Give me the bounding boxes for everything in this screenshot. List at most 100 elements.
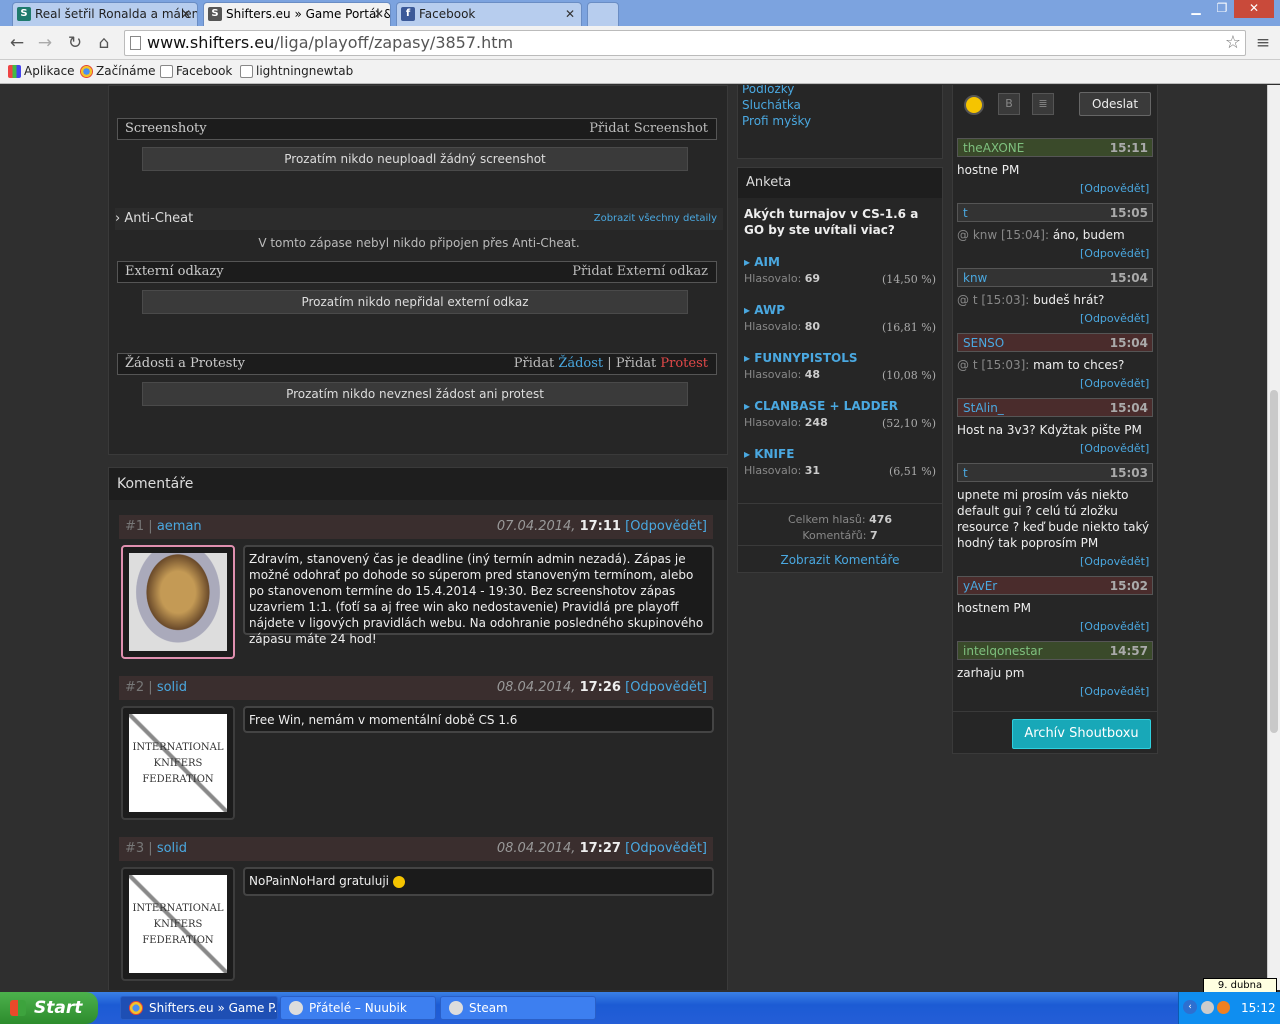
task-friends[interactable]: Přátelé – Nuubik: [280, 996, 436, 1020]
shout-reply-link[interactable]: [Odpovědět]: [1080, 685, 1149, 698]
page-icon: [130, 36, 141, 50]
show-details-link[interactable]: Zobrazit všechny detaily: [594, 208, 717, 230]
avatar[interactable]: INTERNATIONAL KNIFERS FEDERATION: [121, 706, 235, 820]
poll-option[interactable]: ▸ AWP Hlasovalo: 80 (16,81 %): [744, 303, 940, 334]
shoutbox-archive-button[interactable]: Archív Shoutboxu: [1012, 719, 1151, 749]
shout-user[interactable]: intelqonestar: [963, 644, 1043, 658]
avatar-text: FEDERATION: [142, 774, 214, 785]
bookmark-facebook[interactable]: Facebook: [160, 64, 232, 78]
send-button[interactable]: Odeslat: [1079, 92, 1151, 116]
dog-avatar-image: [129, 553, 227, 651]
poll-option[interactable]: ▸ KNIFE Hlasovalo: 31 (6,51 %): [744, 447, 940, 478]
shout-reply-link[interactable]: [Odpovědět]: [1080, 247, 1149, 260]
comment-author[interactable]: solid: [157, 841, 187, 856]
task-steam[interactable]: Steam: [440, 996, 596, 1020]
forward-icon[interactable]: →: [34, 32, 56, 54]
poll-option[interactable]: ▸ AIM Hlasovalo: 69 (14,50 %): [744, 255, 940, 286]
tab-facebook[interactable]: f Facebook ✕: [396, 2, 582, 26]
address-bar[interactable]: www.shifters.eu/liga/playoff/zapasy/3857…: [124, 30, 1246, 56]
shout-header: t 15:03: [957, 463, 1153, 482]
shout-reply-link[interactable]: [Odpovědět]: [1080, 182, 1149, 195]
home-icon[interactable]: ⌂: [93, 32, 115, 54]
tray-expand-icon[interactable]: ‹: [1183, 1000, 1197, 1014]
avatar[interactable]: [121, 545, 235, 659]
poll-title: Anketa: [738, 168, 942, 198]
add-screenshot-link[interactable]: Přidat Screenshot: [589, 119, 708, 139]
votes: 31: [804, 464, 821, 477]
reply-link[interactable]: [Odpovědět]: [625, 841, 707, 856]
window-close-icon[interactable]: ✕: [1234, 0, 1274, 18]
page-scrollbar[interactable]: [1267, 85, 1280, 990]
link-podlozky[interactable]: Podložky: [742, 85, 794, 96]
link-sluchatka[interactable]: Sluchátka: [742, 98, 801, 112]
text: mam to chces?: [1029, 358, 1125, 372]
clock[interactable]: 15:12: [1241, 992, 1276, 1024]
tab-real[interactable]: S Real šetřil Ronalda a málem ✕: [12, 2, 198, 26]
menu-icon[interactable]: ≡: [1252, 32, 1274, 54]
bold-icon[interactable]: B: [998, 93, 1020, 115]
shout-user[interactable]: SENSO: [963, 336, 1004, 350]
format-icon[interactable]: ≣: [1032, 93, 1054, 115]
shout-reply-link[interactable]: [Odpovědět]: [1080, 555, 1149, 568]
shout-text: @ t [15:03]: budeš hrát?: [957, 292, 1153, 308]
shout-reply-link[interactable]: [Odpovědět]: [1080, 377, 1149, 390]
shout-reply-link[interactable]: [Odpovědět]: [1080, 620, 1149, 633]
shout-reply-link[interactable]: [Odpovědět]: [1080, 442, 1149, 455]
time: 17:26: [579, 680, 621, 695]
shout-user[interactable]: knw: [963, 271, 987, 285]
close-icon[interactable]: ✕: [374, 3, 384, 25]
knifers-avatar-image: INTERNATIONAL KNIFERS FEDERATION: [129, 875, 227, 973]
screenshots-header: Screenshoty Přidat Screenshot: [117, 118, 717, 140]
back-icon[interactable]: ←: [6, 32, 28, 54]
avatar-text: INTERNATIONAL: [132, 903, 224, 914]
task-chrome[interactable]: Shifters.eu » Game P...: [120, 996, 278, 1020]
close-icon[interactable]: ✕: [565, 3, 575, 25]
smiley-icon[interactable]: [964, 95, 984, 115]
bookmark-zaciname[interactable]: Začínáme: [80, 64, 156, 78]
bookmark-lightningnewtab[interactable]: lightningnewtab: [240, 64, 353, 78]
browser-toolbar: ← → ↻ ⌂ www.shifters.eu/liga/playoff/zap…: [0, 26, 1280, 60]
no-screenshots-message: Prozatím nikdo neuploadl žádný screensho…: [142, 147, 688, 171]
scrollbar-thumb[interactable]: [1270, 390, 1278, 733]
avast-tray-icon[interactable]: [1217, 1001, 1230, 1014]
chrome-icon: [80, 65, 93, 78]
close-icon[interactable]: ✕: [181, 3, 191, 25]
add-protest-link[interactable]: Protest: [660, 356, 708, 371]
option-percent: (6,51 %): [888, 465, 936, 478]
reload-icon[interactable]: ↻: [64, 32, 86, 54]
link-profi-mysky[interactable]: Profi myšky: [742, 114, 811, 128]
votes-label: Hlasovalo:: [744, 416, 802, 429]
shout-time: 15:04: [1109, 401, 1148, 415]
task-label: Přátelé – Nuubik: [309, 1001, 407, 1015]
shout-user[interactable]: yAvEr: [963, 579, 997, 593]
date: 07.04.2014,: [496, 519, 576, 534]
add-external-link[interactable]: Přidat Externí odkaz: [572, 262, 708, 282]
avatar[interactable]: INTERNATIONAL KNIFERS FEDERATION: [121, 867, 235, 981]
add-request-link[interactable]: Žádost: [558, 356, 603, 371]
comment-date: 08.04.2014, 17:27 [Odpovědět]: [497, 837, 707, 861]
section-title[interactable]: › Anti-Cheat: [115, 211, 193, 226]
shout-user[interactable]: theAXONE: [963, 141, 1024, 155]
tab-shifters[interactable]: S Shifters.eu » Game Portál & I ✕: [203, 2, 391, 26]
comment-author[interactable]: aeman: [157, 519, 202, 534]
steam-tray-icon[interactable]: [1201, 1001, 1214, 1014]
shout-user[interactable]: t: [963, 206, 968, 220]
shout-reply-link[interactable]: [Odpovědět]: [1080, 312, 1149, 325]
poll-option[interactable]: ▸ CLANBASE + LADDER Hlasovalo: 248 (52,10 …: [744, 399, 940, 430]
minimize-icon[interactable]: ▁: [1182, 0, 1210, 18]
comment-author[interactable]: solid: [157, 680, 187, 695]
reply-link[interactable]: [Odpovědět]: [625, 680, 707, 695]
maximize-icon[interactable]: ❐: [1208, 0, 1236, 18]
star-icon[interactable]: ☆: [1225, 31, 1241, 55]
reply-link[interactable]: [Odpovědět]: [625, 519, 707, 534]
bookmark-apps[interactable]: Aplikace: [8, 64, 75, 78]
poll-option[interactable]: ▸ FUNNYPISTOLS Hlasovalo: 48 (10,08 %): [744, 351, 940, 382]
new-tab-button[interactable]: [587, 2, 619, 26]
start-label: Start: [34, 998, 83, 1018]
start-button[interactable]: Start: [0, 992, 98, 1024]
separator: |: [607, 356, 612, 371]
shout-user[interactable]: t: [963, 466, 968, 480]
shout-user[interactable]: StAlin_: [963, 401, 1004, 415]
show-comments-link[interactable]: Zobrazit Komentáře: [738, 553, 942, 567]
total: 476: [869, 513, 893, 526]
